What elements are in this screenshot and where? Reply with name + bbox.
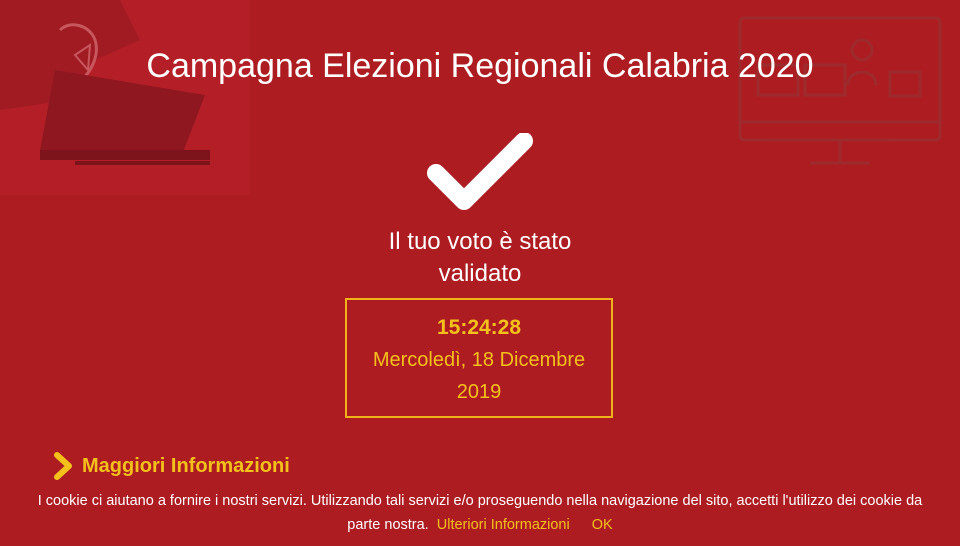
cookie-ok-button[interactable]: OK [592,517,613,533]
ballot-box-icon [0,0,250,195]
vote-date: Mercoledì, 18 Dicembre 2019 [347,344,611,408]
cookie-text-line-2: parte nostra. [347,517,429,533]
vote-date-line-1: Mercoledì, 18 Dicembre [372,349,586,371]
chevron-right-icon [54,452,72,480]
vote-time: 15:24:28 [436,316,522,339]
message-line-2: validato [438,260,522,287]
more-info-link[interactable]: Maggiori Informazioni [52,451,290,481]
vote-date-line-2: 2019 [456,381,502,403]
cookie-banner: I cookie ci aiutano a fornire i nostri s… [0,489,960,537]
page-title: Campagna Elezioni Regionali Calabria 202… [146,47,814,85]
voting-monitor-icon [738,16,942,165]
cookie-more-info-link[interactable]: Ulteriori Informazioni [437,517,570,533]
vote-validated-message: Il tuo voto è stato validato [330,226,630,290]
message-line-1: Il tuo voto è stato [388,228,572,255]
checkmark-icon [427,133,533,210]
timestamp-box: 15:24:28 Mercoledì, 18 Dicembre 2019 [345,298,613,418]
cookie-text-line-2-row: parte nostra. Ulteriori Informazioni OK [0,513,960,537]
cookie-text-line-1: I cookie ci aiutano a fornire i nostri s… [37,493,923,509]
more-info-label: Maggiori Informazioni [82,454,290,477]
